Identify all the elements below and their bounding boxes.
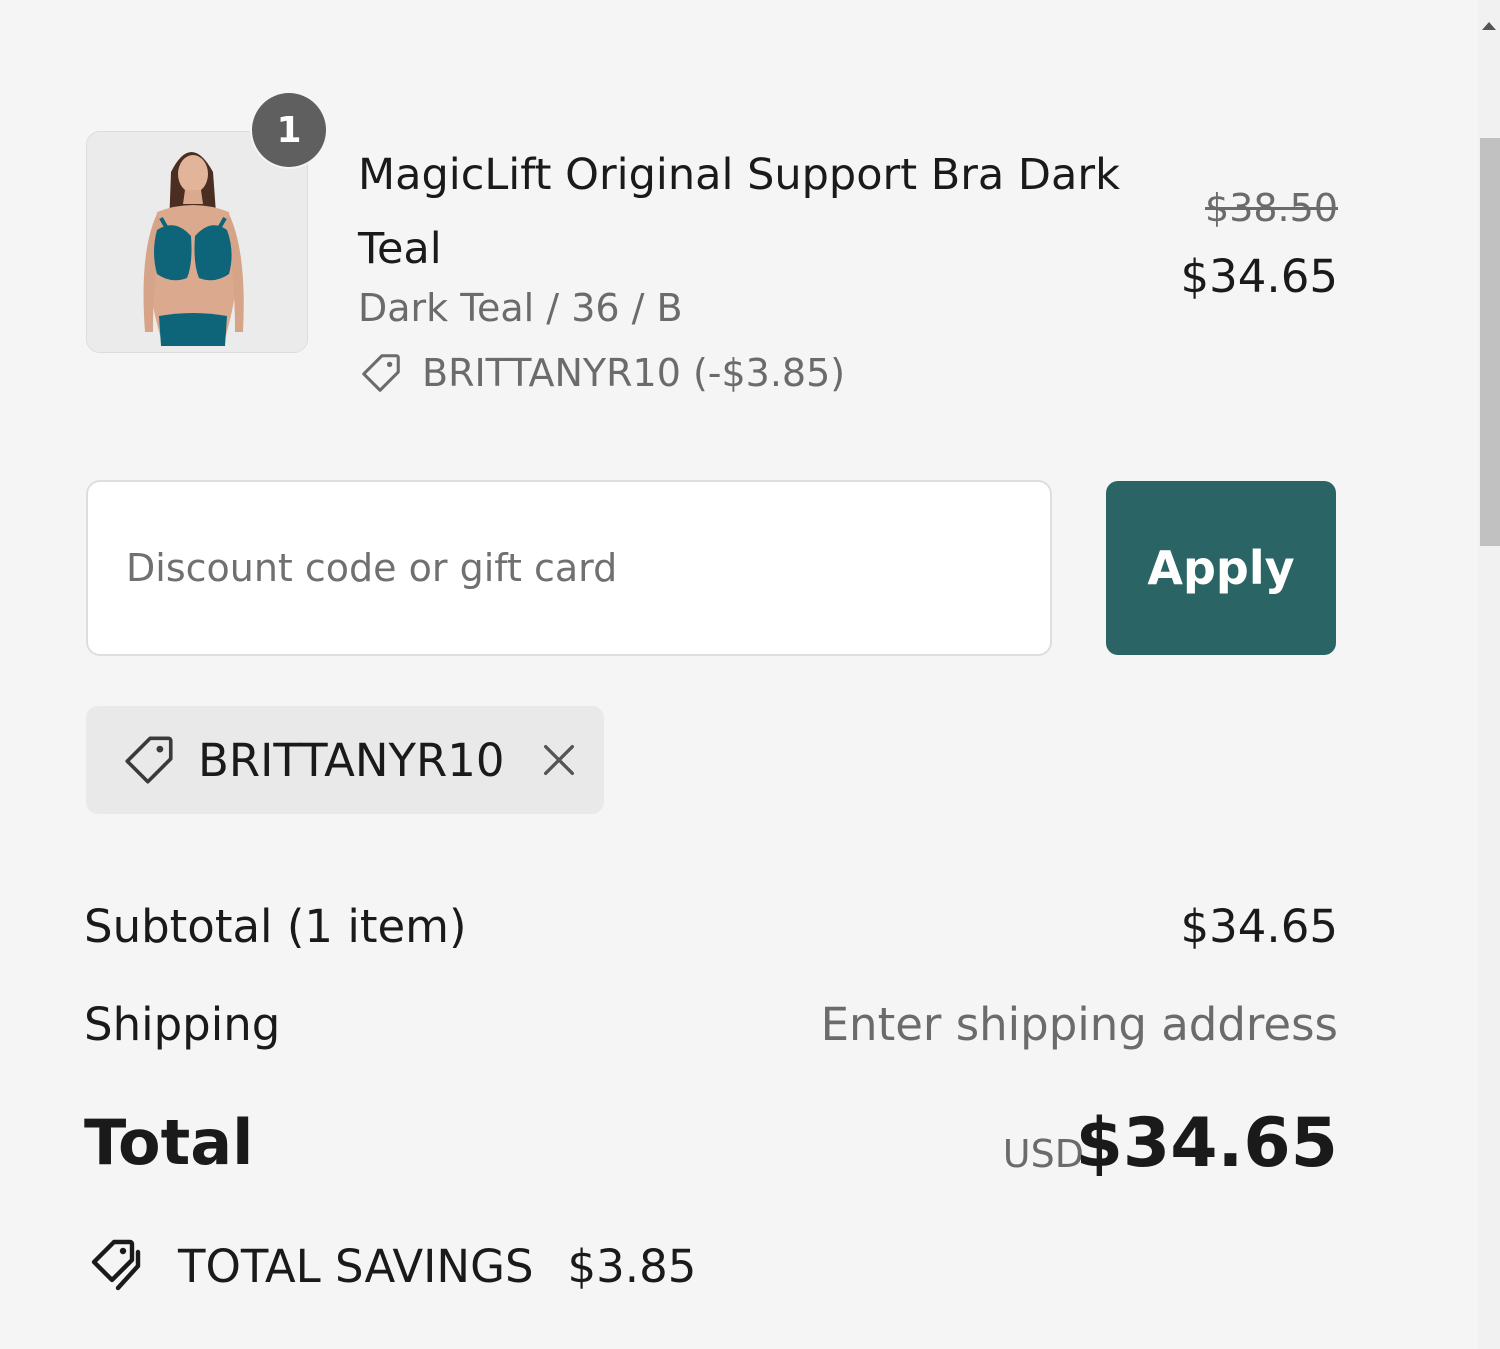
line-item-price: $34.65 [1180,250,1338,303]
product-variant: Dark Teal / 36 / B [358,286,683,330]
order-summary-panel: 1 MagicLift Original Support Bra Dark Te… [0,0,1500,1349]
apply-button[interactable]: Apply [1106,481,1336,655]
scroll-up-arrow-icon[interactable] [1482,22,1496,30]
tag-icon [362,354,400,392]
applied-discount-chip: BRITTANYR10 [86,706,604,814]
total-savings: TOTAL SAVINGS $3.85 [86,1236,696,1296]
remove-discount-button[interactable] [537,738,581,782]
shipping-value: Enter shipping address [820,998,1338,1051]
quantity-badge: 1 [252,93,326,167]
line-item-thumbnail: 1 [86,93,326,353]
savings-tag-icon [91,1239,141,1291]
applied-discount-code: BRITTANYR10 [198,733,505,787]
total-savings-label: TOTAL SAVINGS [178,1239,534,1293]
compare-at-price: $38.50 [1205,186,1338,230]
subtotal-label: Subtotal (1 item) [84,900,467,953]
line-item-discount: BRITTANYR10 (-$3.85) [358,350,845,396]
tag-icon [125,736,173,784]
total-label: Total [84,1106,254,1179]
total-currency: USD [1002,1132,1084,1176]
total-savings-value: $3.85 [567,1239,697,1293]
close-icon [543,745,574,775]
product-title: MagicLift Original Support Bra Dark Teal [358,150,1120,274]
shipping-label: Shipping [84,998,281,1051]
product-photo-icon [87,132,307,352]
subtotal-value: $34.65 [1180,900,1338,953]
line-item-discount-label: BRITTANYR10 (-$3.85) [422,351,846,395]
scrollbar[interactable] [1478,0,1500,1349]
total-value: $34.65 [1075,1104,1338,1183]
discount-code-input[interactable] [86,480,1052,656]
scrollbar-thumb[interactable] [1480,138,1500,546]
